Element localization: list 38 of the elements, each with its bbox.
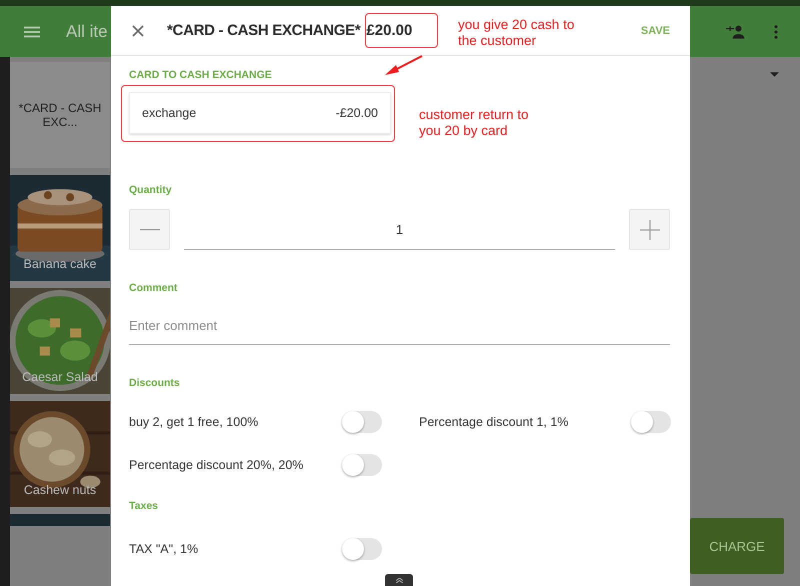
save-button[interactable]: SAVE (640, 20, 670, 40)
item-label: Cashew nuts (22, 483, 98, 497)
plus-button[interactable] (629, 209, 670, 250)
add-person-icon[interactable] (726, 24, 746, 38)
discount-label: Percentage discount 1, 1% (419, 415, 568, 429)
expand-handle[interactable] (385, 574, 413, 586)
section-label: Discounts (129, 377, 180, 389)
dropdown-caret-icon[interactable] (770, 72, 779, 77)
more-icon[interactable] (774, 24, 778, 38)
section-label: Comment (129, 282, 178, 294)
menu-icon[interactable] (24, 26, 40, 38)
option-name: exchange (142, 106, 196, 120)
discount-label: Percentage discount 20%, 20% (129, 458, 304, 472)
item-price: £20.00 (366, 22, 412, 39)
item-tile[interactable]: *CARD - CASH EXC... (10, 62, 110, 168)
toggle-switch[interactable] (342, 411, 382, 433)
annotation-text: you give 20 cash to the customer (458, 17, 576, 49)
section-label: Taxes (129, 500, 158, 512)
tax-label: TAX "A", 1% (129, 542, 198, 556)
toggle-switch[interactable] (631, 411, 671, 433)
section-label: CARD TO CASH EXCHANGE (129, 69, 272, 81)
toggle-switch[interactable] (342, 454, 382, 476)
option-card[interactable]: exchange -£20.00 (129, 92, 391, 134)
toggle-switch[interactable] (342, 538, 382, 560)
minus-icon (140, 228, 160, 230)
charge-button[interactable]: CHARGE (690, 518, 784, 574)
annotation-arrow (384, 55, 424, 77)
dialog-title: *CARD - CASH EXCHANGE* (167, 22, 360, 39)
option-price: -£20.00 (336, 106, 378, 120)
annotation-text: customer return to you 20 by card (419, 107, 530, 139)
plus-icon (640, 220, 660, 240)
item-label: Caesar Salad (21, 370, 99, 384)
section-label: Quantity (129, 184, 172, 196)
caret-up-icon (396, 578, 402, 582)
item-label: Banana cake (22, 257, 98, 271)
close-icon[interactable] (132, 24, 144, 36)
app-title: All ite (66, 22, 108, 42)
discount-label: buy 2, get 1 free, 100% (129, 415, 258, 429)
